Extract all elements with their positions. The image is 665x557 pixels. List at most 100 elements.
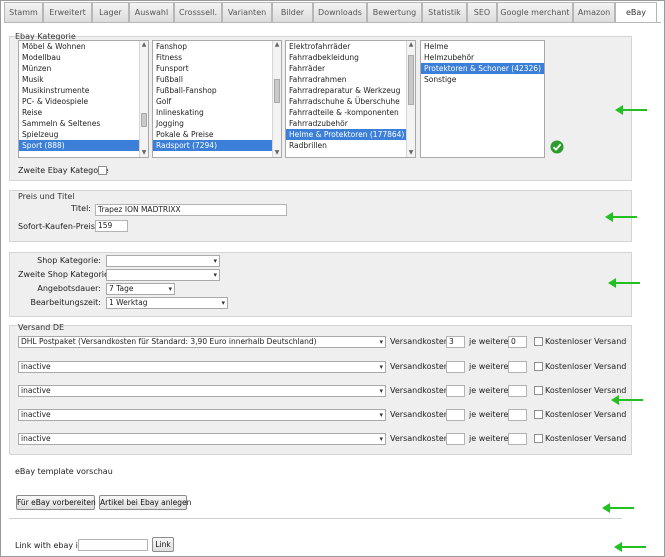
angebotsdauer-select[interactable]: 7 Tage ▾ <box>106 283 175 295</box>
tab-bewertung[interactable]: Bewertung <box>367 2 422 22</box>
list-item[interactable]: Fahrradrahmen <box>286 74 415 85</box>
list-item-selected[interactable]: Radsport (7294) <box>153 140 281 151</box>
ebay-id-input[interactable] <box>78 539 148 551</box>
list-item[interactable]: Funsport <box>153 63 281 74</box>
list-item[interactable]: Münzen <box>19 63 148 74</box>
kostenloser-versand-checkbox[interactable] <box>534 386 543 395</box>
versandkosten-input[interactable] <box>446 433 465 445</box>
versandkosten-input[interactable] <box>446 385 465 397</box>
scrollbar[interactable]: ▲ ▼ <box>139 41 148 157</box>
scrollbar[interactable]: ▲ ▼ <box>272 41 281 157</box>
kostenloser-versand-checkbox[interactable] <box>534 362 543 371</box>
category-list-4[interactable]: Helme Helmzubehör Protektoren & Schoner … <box>420 40 545 158</box>
kostenloser-versand-checkbox[interactable] <box>534 410 543 419</box>
versand-service-select[interactable]: inactive ▾ <box>18 409 386 421</box>
kostenloser-versand-checkbox[interactable] <box>534 337 543 346</box>
annotation-arrow-icon <box>611 395 643 405</box>
list-item[interactable]: Fitness <box>153 52 281 63</box>
tab-stamm[interactable]: Stamm <box>4 2 43 22</box>
je-weitere-input[interactable] <box>508 361 527 373</box>
list-item[interactable]: Fahrradschuhe & Überschuhe <box>286 96 415 107</box>
artikel-bei-ebay-anlegen-button[interactable]: Artikel bei Ebay anlegen <box>99 495 191 510</box>
list-item[interactable]: Reise <box>19 107 148 118</box>
je-weitere-input[interactable] <box>508 409 527 421</box>
list-item[interactable]: Jogging <box>153 118 281 129</box>
list-item[interactable]: Golf <box>153 96 281 107</box>
list-item[interactable]: Sammeln & Seltenes <box>19 118 148 129</box>
scroll-down-icon[interactable]: ▼ <box>408 150 414 156</box>
titel-input[interactable]: Trapez ION MADTRIXX <box>95 204 287 216</box>
scroll-up-icon[interactable]: ▲ <box>408 42 414 48</box>
tab-seo[interactable]: SEO <box>467 2 497 22</box>
list-item[interactable]: PC- & Videospiele <box>19 96 148 107</box>
bearbeitungszeit-select[interactable]: 1 Werktag ▾ <box>106 297 228 309</box>
tab-crosssell[interactable]: Crosssell. <box>174 2 222 22</box>
tab-amazon[interactable]: Amazon <box>573 2 615 22</box>
link-button[interactable]: Link <box>152 537 174 552</box>
je-weitere-input[interactable] <box>508 433 527 445</box>
scroll-down-icon[interactable]: ▼ <box>274 150 280 156</box>
scroll-up-icon[interactable]: ▲ <box>141 42 147 48</box>
je-weitere-input[interactable] <box>508 385 527 397</box>
versandkosten-label: Versandkosten: <box>390 337 452 346</box>
list-item[interactable]: Elektrofahrräder <box>286 41 415 52</box>
tab-ebay[interactable]: eBay <box>615 2 657 23</box>
category-list-3[interactable]: Elektrofahrräder Fahrradbekleidung Fahrr… <box>285 40 416 158</box>
versand-service-select[interactable]: DHL Postpaket (Versandkosten für Standar… <box>18 336 386 348</box>
list-item[interactable]: Sonstige <box>421 74 544 85</box>
scroll-thumb[interactable] <box>141 113 147 127</box>
list-item[interactable]: Helme <box>421 41 544 52</box>
list-item-selected[interactable]: Protektoren & Schoner (42326) <box>421 63 544 74</box>
je-weitere-input[interactable]: 0 <box>508 336 527 348</box>
list-item-selected[interactable]: Helme & Protektoren (177864) <box>286 129 415 140</box>
sofort-kaufen-input[interactable]: 159 <box>95 220 128 232</box>
versandkosten-input[interactable] <box>446 409 465 421</box>
tab-downloads[interactable]: Downloads <box>313 2 367 22</box>
list-item[interactable]: Fanshop <box>153 41 281 52</box>
tab-google-merchant[interactable]: Google merchant <box>497 2 573 22</box>
list-item[interactable]: Modellbau <box>19 52 148 63</box>
list-item[interactable]: Fahrradbekleidung <box>286 52 415 63</box>
annotation-arrow-icon <box>614 542 646 552</box>
zweite-shop-kategorie-select[interactable]: ▾ <box>106 269 220 281</box>
tab-auswahl[interactable]: Auswahl <box>129 2 174 22</box>
scroll-up-icon[interactable]: ▲ <box>274 42 280 48</box>
versand-service-select[interactable]: inactive ▾ <box>18 361 386 373</box>
list-item[interactable]: Fußball <box>153 74 281 85</box>
list-item[interactable]: Musik <box>19 74 148 85</box>
tab-lager[interactable]: Lager <box>92 2 129 22</box>
scroll-thumb[interactable] <box>408 55 414 105</box>
versand-service-select[interactable]: inactive ▾ <box>18 433 386 445</box>
list-item[interactable]: Fahrräder <box>286 63 415 74</box>
tab-statistik[interactable]: Statistik <box>422 2 467 22</box>
category-list-2[interactable]: Fanshop Fitness Funsport Fußball Fußball… <box>152 40 282 158</box>
shop-kategorie-select[interactable]: ▾ <box>106 255 220 267</box>
fuer-ebay-vorbereiten-button[interactable]: Für eBay vorbereiten <box>16 495 96 510</box>
list-item[interactable]: Helmzubehör <box>421 52 544 63</box>
versandkosten-input[interactable]: 3 <box>446 336 465 348</box>
list-item[interactable]: Musikinstrumente <box>19 85 148 96</box>
list-item[interactable]: Radbrillen <box>286 140 415 151</box>
versandkosten-label: Versandkosten: <box>390 386 452 395</box>
scroll-down-icon[interactable]: ▼ <box>141 150 147 156</box>
list-item[interactable]: Fahrradreparatur & Werkzeug <box>286 85 415 96</box>
list-item[interactable]: Möbel & Wohnen <box>19 41 148 52</box>
kostenloser-versand-checkbox[interactable] <box>534 434 543 443</box>
tab-erweitert[interactable]: Erweitert <box>43 2 92 22</box>
list-item[interactable]: Pokale & Preise <box>153 129 281 140</box>
category-list-1[interactable]: Möbel & Wohnen Modellbau Münzen Musik Mu… <box>18 40 149 158</box>
versandkosten-input[interactable] <box>446 361 465 373</box>
tab-bilder[interactable]: Bilder <box>272 2 313 22</box>
tab-varianten[interactable]: Varianten <box>222 2 272 22</box>
scrollbar[interactable]: ▲ ▼ <box>406 41 415 157</box>
list-item[interactable]: Spielzeug <box>19 129 148 140</box>
zweite-ebay-kategorie-checkbox[interactable] <box>98 166 107 175</box>
versand-service-select[interactable]: inactive ▾ <box>18 385 386 397</box>
list-item[interactable]: Inlineskating <box>153 107 281 118</box>
list-item-selected[interactable]: Sport (888) <box>19 140 148 151</box>
list-item[interactable]: Fußball-Fanshop <box>153 85 281 96</box>
je-weitere-label: je weitere <box>469 410 509 419</box>
list-item[interactable]: Fahrradteile & -komponenten <box>286 107 415 118</box>
scroll-thumb[interactable] <box>274 79 280 103</box>
list-item[interactable]: Fahrradzubehör <box>286 118 415 129</box>
